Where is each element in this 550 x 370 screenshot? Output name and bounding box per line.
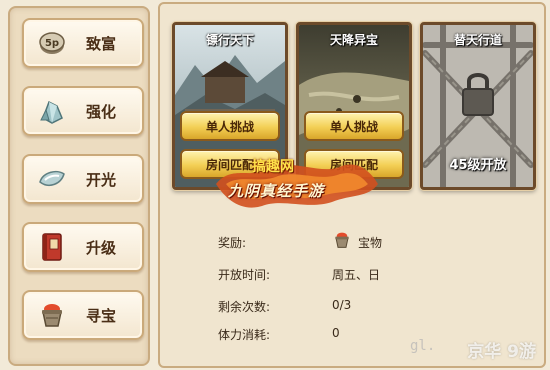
svg-text:5p: 5p [45, 38, 59, 49]
jade-icon [36, 163, 68, 195]
watermark-left: gl. [410, 338, 436, 354]
remaining-count-label: 剩余次数: [218, 300, 271, 314]
reward-value: 宝物 [358, 236, 383, 250]
open-time-label: 开放时间: [218, 268, 271, 282]
sidebar-item-label: 寻宝 [86, 306, 117, 325]
open-time-value: 周五、日 [332, 268, 381, 282]
game-title-text: 九阴真经手游 [228, 182, 325, 200]
watermark-right: 京华 9游 [467, 342, 536, 362]
feature-sidebar: 5p 致富 强化 开光 升级 寻宝 [8, 6, 150, 366]
unlock-level-label: 45级开放 [449, 158, 507, 173]
site-logo-text: 搞趣网 [252, 159, 294, 175]
stamina-cost-label: 体力消耗: [218, 328, 271, 342]
sidebar-item-label: 开光 [86, 170, 117, 189]
book-icon [36, 231, 68, 263]
card-title: 替天行道 [453, 33, 502, 47]
game-title-banner: 搞趣网 九阴真经手游 [212, 154, 382, 212]
coin-icon: 5p [36, 27, 68, 59]
activity-panel: 镖行天下 单人挑战 房间匹配 天降异宝 单人挑战 房间匹配 替天行道 45级开放… [158, 2, 546, 368]
sidebar-item-qianghua[interactable]: 强化 [22, 86, 144, 136]
reward-label: 奖励: [218, 236, 247, 250]
solo-challenge-button[interactable]: 单人挑战 [180, 111, 280, 141]
card-title: 镖行天下 [205, 33, 254, 47]
sidebar-item-label: 强化 [86, 102, 117, 121]
activity-card-titian-locked: 替天行道 45级开放 [420, 22, 536, 190]
card-title: 天降异宝 [329, 33, 378, 47]
treasure-pot-icon [36, 299, 68, 331]
treasure-pot-icon [332, 230, 352, 254]
remaining-count-value: 0/3 [332, 298, 352, 312]
sidebar-item-zhifu[interactable]: 5p 致富 [22, 18, 144, 68]
stamina-cost-value: 0 [332, 326, 340, 340]
sidebar-item-xunbao[interactable]: 寻宝 [22, 290, 144, 340]
sidebar-item-shengji[interactable]: 升级 [22, 222, 144, 272]
sidebar-item-kaiguang[interactable]: 开光 [22, 154, 144, 204]
solo-challenge-button[interactable]: 单人挑战 [304, 111, 404, 141]
sidebar-item-label: 升级 [86, 238, 117, 257]
sidebar-item-label: 致富 [86, 34, 117, 53]
crystal-icon [36, 95, 68, 127]
